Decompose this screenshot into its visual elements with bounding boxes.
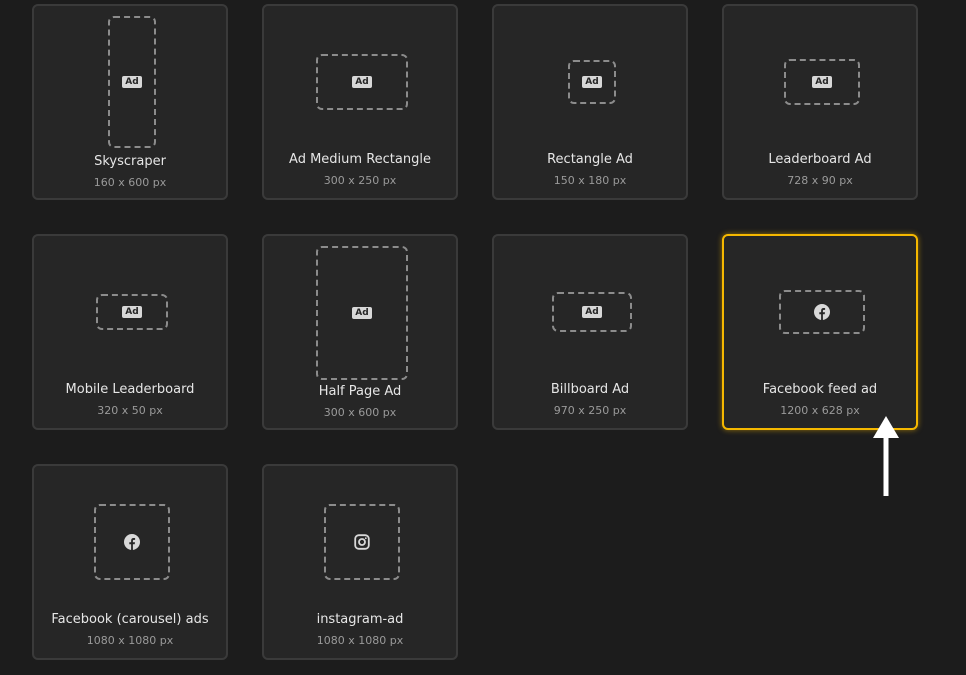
template-size: 970 x 250 px [553, 404, 627, 417]
template-grid: Ad Skyscraper 160 x 600 px Ad Ad Medium … [0, 0, 966, 675]
ad-placeholder: Ad [316, 54, 408, 110]
template-size: 1080 x 1080 px [316, 634, 404, 647]
facebook-icon [814, 304, 830, 320]
template-size: 728 x 90 px [787, 174, 853, 187]
template-name: instagram-ad [316, 612, 404, 627]
ad-placeholder: Ad [108, 16, 156, 148]
template-card-billboard-ad[interactable]: Ad Billboard Ad 970 x 250 px [492, 234, 688, 430]
template-card-rectangle-ad[interactable]: Ad Rectangle Ad 150 x 180 px [492, 4, 688, 200]
template-card-mobile-leaderboard[interactable]: Ad Mobile Leaderboard 320 x 50 px [32, 234, 228, 430]
template-size: 150 x 180 px [553, 174, 627, 187]
template-card-skyscraper[interactable]: Ad Skyscraper 160 x 600 px [32, 4, 228, 200]
template-name: Leaderboard Ad [768, 152, 872, 167]
ad-placeholder: Ad [568, 60, 616, 104]
ad-badge-icon: Ad [582, 76, 602, 88]
template-name: Facebook (carousel) ads [51, 612, 209, 627]
template-card-instagram-ad[interactable]: instagram-ad 1080 x 1080 px [262, 464, 458, 660]
facebook-icon [124, 534, 140, 550]
instagram-placeholder [324, 504, 400, 580]
template-card-leaderboard-ad[interactable]: Ad Leaderboard Ad 728 x 90 px [722, 4, 918, 200]
ad-placeholder: Ad [96, 294, 168, 330]
template-name: Facebook feed ad [762, 382, 878, 397]
template-card-half-page-ad[interactable]: Ad Half Page Ad 300 x 600 px [262, 234, 458, 430]
ad-badge-icon: Ad [582, 306, 602, 318]
ad-badge-icon: Ad [352, 307, 372, 319]
facebook-placeholder [94, 504, 170, 580]
template-size: 1080 x 1080 px [86, 634, 174, 647]
template-card-ad-medium-rectangle[interactable]: Ad Ad Medium Rectangle 300 x 250 px [262, 4, 458, 200]
template-name: Ad Medium Rectangle [289, 152, 431, 167]
template-size: 300 x 250 px [323, 174, 397, 187]
template-size: 160 x 600 px [93, 176, 167, 189]
pointer-arrow-icon [871, 416, 901, 498]
ad-badge-icon: Ad [812, 76, 832, 88]
ad-badge-icon: Ad [122, 306, 142, 318]
template-card-facebook-carousel-ads[interactable]: Facebook (carousel) ads 1080 x 1080 px [32, 464, 228, 660]
ad-placeholder: Ad [552, 292, 632, 332]
ad-placeholder: Ad [784, 59, 860, 105]
facebook-placeholder [779, 290, 865, 334]
template-name: Half Page Ad [318, 384, 402, 399]
template-name: Skyscraper [94, 154, 166, 169]
template-size: 320 x 50 px [97, 404, 163, 417]
ad-badge-icon: Ad [122, 76, 142, 88]
instagram-icon [354, 534, 370, 550]
template-name: Mobile Leaderboard [65, 382, 195, 397]
template-size: 300 x 600 px [323, 406, 397, 419]
template-card-facebook-feed-ad[interactable]: Facebook feed ad 1200 x 628 px [722, 234, 918, 430]
template-name: Billboard Ad [550, 382, 630, 397]
template-name: Rectangle Ad [547, 152, 633, 167]
ad-badge-icon: Ad [352, 76, 372, 88]
ad-placeholder: Ad [316, 246, 408, 380]
